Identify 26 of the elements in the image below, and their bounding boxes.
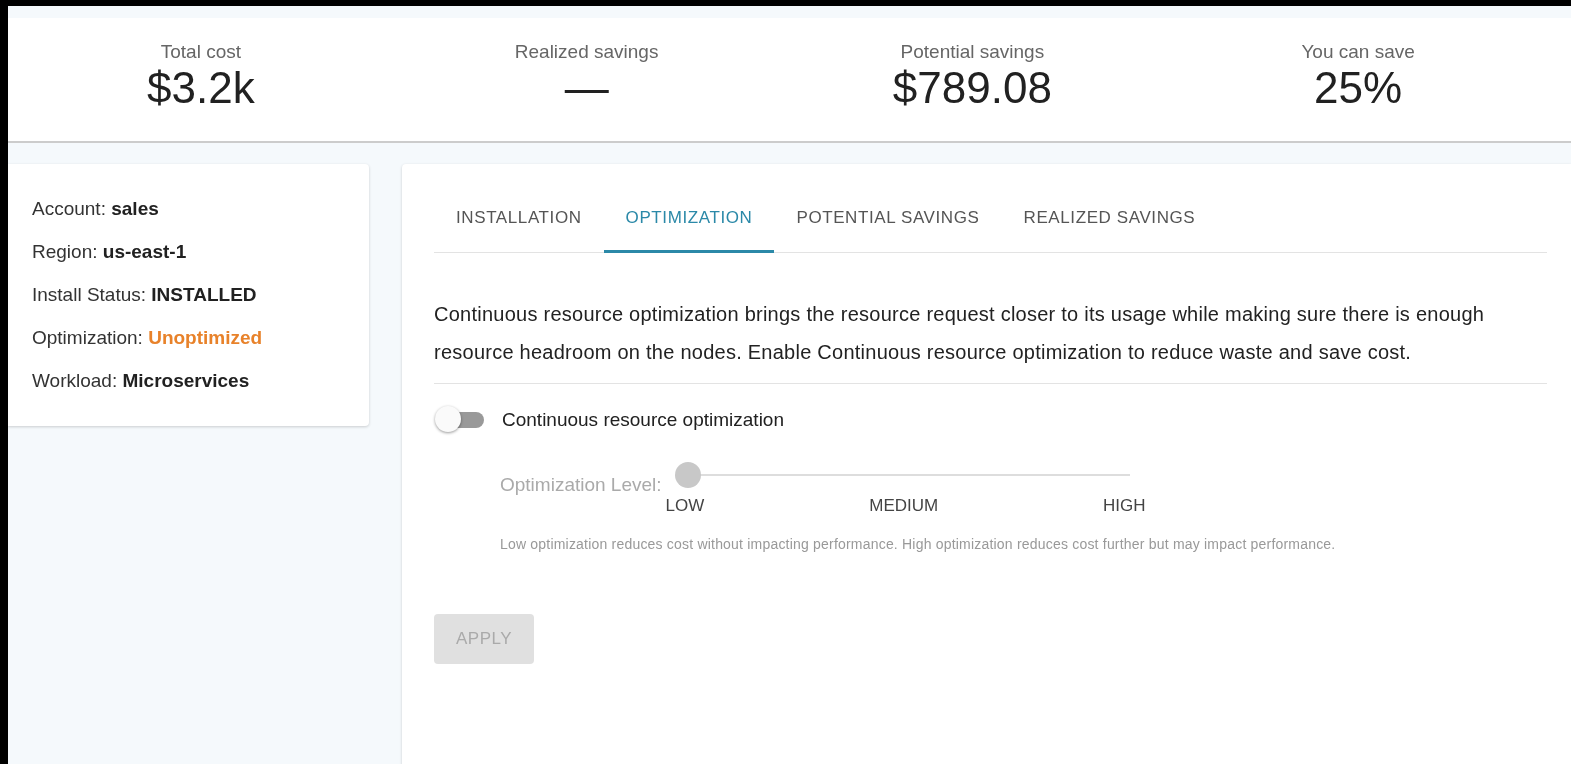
stat-label: You can save xyxy=(1301,40,1415,63)
stat-label: Realized savings xyxy=(514,40,659,63)
info-text: Account: sales xyxy=(32,198,160,220)
toggle-label: Continuous resource optimization xyxy=(502,409,784,431)
tab[interactable]: REALIZED SAVINGS xyxy=(1001,194,1218,253)
tab[interactable]: POTENTIAL SAVINGS xyxy=(774,194,1002,253)
stat-label: Potential savings xyxy=(900,40,1045,63)
slider-label: Optimization Level: xyxy=(500,474,662,496)
stat-value: 25% xyxy=(1314,62,1403,113)
stat-label: Total cost xyxy=(160,40,241,63)
stat-value: $3.2k xyxy=(147,62,255,113)
info-text: Region: us-east-1 xyxy=(32,241,188,263)
slider-mark-label: MEDIUM xyxy=(869,496,939,516)
stat-value: — xyxy=(564,62,609,113)
hint-text: Low optimization reduces cost without impacting performance. High optimization reduces cost further but may impact performance. xyxy=(500,536,1337,552)
stat-value: $789.08 xyxy=(892,62,1052,113)
slider-mark-label: HIGH xyxy=(1103,496,1146,516)
info-text: Optimization: Unoptimized xyxy=(32,327,264,349)
toggle-switch[interactable] xyxy=(434,406,484,434)
tab[interactable]: OPTIMIZATION xyxy=(603,194,775,253)
description-text: Continuous resource optimization brings the resource request closer to its usage while making sure there is enough resource headroom on the nodes. Enable Continuous resource optimization to reduce waste and save cost. xyxy=(434,295,1547,384)
info-text: Workload: Microservices xyxy=(32,370,251,392)
info-text: Install Status: INSTALLED xyxy=(32,284,258,306)
slider-mark-label: LOW xyxy=(665,496,705,516)
slider-thumb[interactable] xyxy=(674,462,701,488)
tab[interactable]: INSTALLATION xyxy=(434,194,604,253)
